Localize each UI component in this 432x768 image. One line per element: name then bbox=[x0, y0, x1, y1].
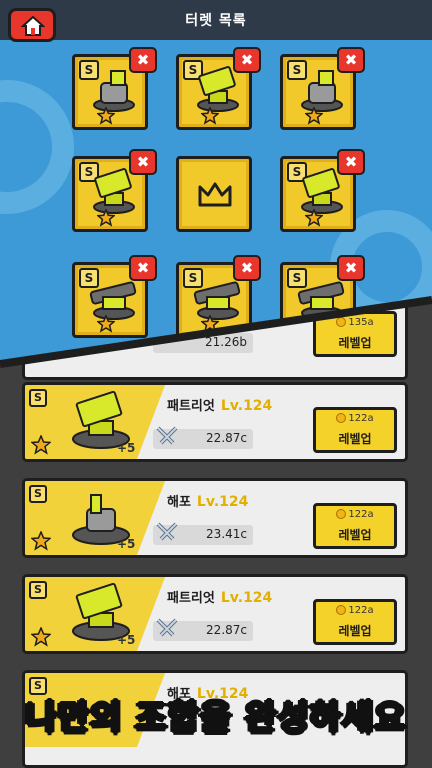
remove-button[interactable]: ✖ bbox=[129, 47, 157, 73]
crossed-swords-icon bbox=[156, 426, 178, 445]
level-up-button[interactable]: 122a 레벨업 bbox=[313, 599, 397, 645]
turret-slot[interactable]: S ✖ bbox=[72, 47, 157, 130]
promo-banner-text: 나만의 조합을 완성하세요 bbox=[25, 697, 407, 739]
cost-value: 122a bbox=[348, 413, 374, 424]
attack-value: 22.87c bbox=[206, 431, 247, 445]
bonus-label: +5 bbox=[117, 441, 136, 455]
remove-button[interactable]: ✖ bbox=[233, 47, 261, 73]
turret-level: Lv.124 bbox=[220, 398, 273, 414]
level-up-button[interactable]: 122a 레벨업 bbox=[313, 407, 397, 453]
remove-button[interactable]: ✖ bbox=[233, 255, 261, 281]
attack-box: 22.87c bbox=[153, 618, 253, 641]
remove-button[interactable]: ✖ bbox=[337, 47, 365, 73]
turret-name-text: 패트리엇 bbox=[167, 399, 215, 414]
bonus-label: +5 bbox=[117, 633, 136, 647]
turret-slot[interactable]: S ✖ bbox=[280, 149, 365, 232]
page-title: 터렛 목록 bbox=[185, 13, 247, 29]
turret-slot[interactable]: S ✖ bbox=[176, 47, 261, 130]
turret-slot[interactable]: S ✖ bbox=[72, 149, 157, 232]
turret-name: 해포 Lv.124 bbox=[167, 491, 248, 510]
turret-card-3[interactable]: S +5 패트리엇 Lv.124 22.87c 122a 레벨업 bbox=[22, 574, 408, 654]
star-icon bbox=[97, 209, 115, 227]
panel-divider bbox=[0, 296, 432, 368]
turret-name-text: 패트리엇 bbox=[167, 591, 215, 606]
coin-icon bbox=[336, 605, 347, 615]
level-up-label: 레벨업 bbox=[338, 432, 372, 446]
home-icon bbox=[21, 15, 45, 36]
remove-button[interactable]: ✖ bbox=[337, 255, 365, 281]
empty-slot[interactable] bbox=[176, 156, 252, 232]
turret-name: 패트리엇 Lv.124 bbox=[167, 587, 272, 606]
cost-label: 122a bbox=[316, 509, 394, 520]
cost-label: 122a bbox=[316, 413, 394, 424]
remove-button[interactable]: ✖ bbox=[129, 255, 157, 281]
turret-level: Lv.124 bbox=[196, 494, 249, 510]
star-icon bbox=[31, 435, 51, 455]
cost-value: 122a bbox=[348, 605, 374, 616]
level-up-label: 레벨업 bbox=[338, 624, 372, 638]
gear-decoration-icon bbox=[0, 80, 74, 214]
rank-badge: S bbox=[29, 485, 47, 503]
star-icon bbox=[31, 627, 51, 647]
turret-card-1[interactable]: S +5 패트리엇 Lv.124 22.87c 122a 레벨업 bbox=[22, 382, 408, 462]
coin-icon bbox=[336, 413, 347, 423]
bonus-label: +5 bbox=[117, 537, 136, 551]
coin-icon bbox=[336, 509, 347, 519]
star-icon bbox=[31, 531, 51, 551]
crossed-swords-icon bbox=[156, 618, 178, 637]
turret-level: Lv.124 bbox=[220, 590, 273, 606]
remove-button[interactable]: ✖ bbox=[129, 149, 157, 175]
crown-icon bbox=[198, 182, 232, 207]
star-icon bbox=[97, 107, 115, 125]
attack-value: 22.87c bbox=[206, 623, 247, 637]
cost-value: 122a bbox=[348, 509, 374, 520]
attack-value: 23.41c bbox=[206, 527, 247, 541]
turret-card-2[interactable]: S +5 해포 Lv.124 23.41c 122a 레벨업 bbox=[22, 478, 408, 558]
level-up-label: 레벨업 bbox=[338, 528, 372, 542]
star-icon bbox=[305, 209, 323, 227]
rank-badge: S bbox=[29, 581, 47, 599]
turret-name: 패트리엇 Lv.124 bbox=[167, 395, 272, 414]
cost-label: 122a bbox=[316, 605, 394, 616]
level-up-button[interactable]: 122a 레벨업 bbox=[313, 503, 397, 549]
home-button[interactable] bbox=[8, 8, 56, 42]
turret-slot[interactable]: S ✖ bbox=[280, 47, 365, 130]
attack-box: 23.41c bbox=[153, 522, 253, 545]
attack-box: 22.87c bbox=[153, 426, 253, 449]
star-icon bbox=[305, 107, 323, 125]
crossed-swords-icon bbox=[156, 522, 178, 541]
remove-button[interactable]: ✖ bbox=[337, 149, 365, 175]
star-icon bbox=[201, 107, 219, 125]
rank-badge: S bbox=[29, 389, 47, 407]
turret-name-text: 해포 bbox=[167, 495, 191, 510]
